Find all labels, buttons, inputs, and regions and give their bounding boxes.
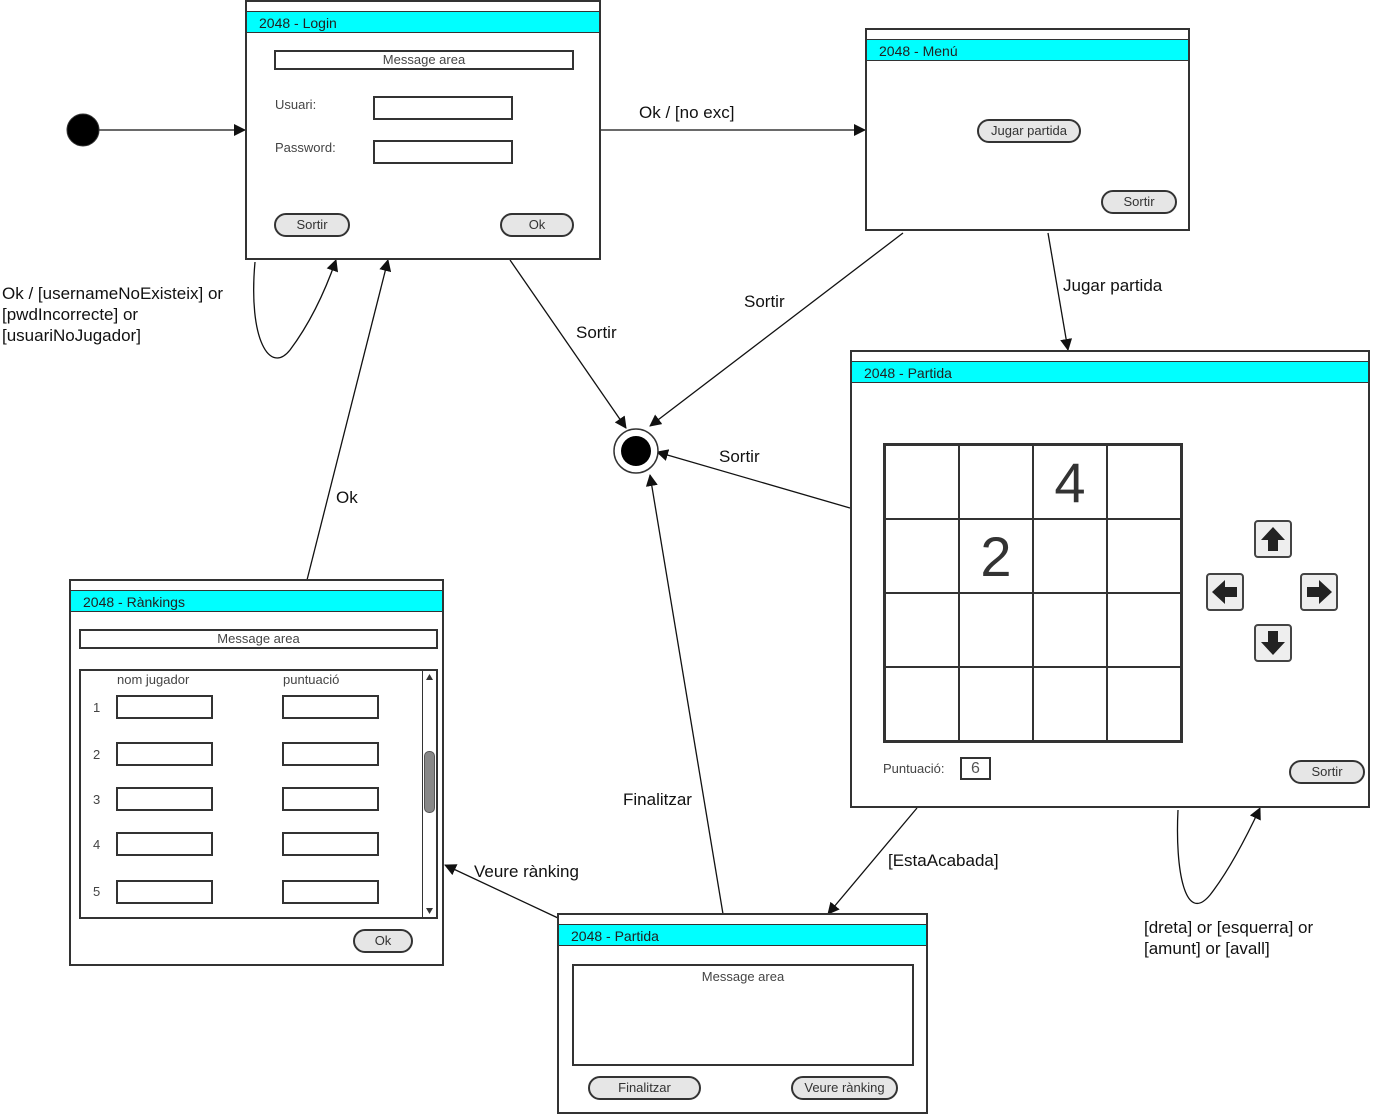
rank-number: 4 bbox=[93, 837, 101, 852]
label-menu-to-final: Sortir bbox=[744, 292, 785, 311]
label-login-self: Ok / [usernameNoExisteix] or [pwdIncorre… bbox=[2, 283, 223, 346]
rank-number: 1 bbox=[93, 700, 101, 715]
rank-player-field bbox=[116, 787, 213, 811]
rank-number: 3 bbox=[93, 792, 101, 807]
col-header-score: puntuació bbox=[283, 672, 340, 687]
initial-state bbox=[66, 113, 100, 147]
arrow-left-icon bbox=[1212, 580, 1237, 604]
board-cell bbox=[885, 667, 959, 741]
rankings-scrollbar[interactable] bbox=[422, 671, 436, 917]
rankings-ok-button[interactable]: Ok bbox=[353, 929, 413, 953]
board-cell bbox=[1107, 593, 1181, 667]
fi-partida-title: 2048 - Partida bbox=[559, 924, 926, 946]
finalitzar-button[interactable]: Finalitzar bbox=[588, 1076, 701, 1100]
partida-sortir-button[interactable]: Sortir bbox=[1289, 760, 1365, 784]
rank-player-field bbox=[116, 832, 213, 856]
login-title: 2048 - Login bbox=[247, 11, 599, 33]
board-cell bbox=[885, 593, 959, 667]
rank-number: 2 bbox=[93, 747, 101, 762]
rankings-title: 2048 - Rànkings bbox=[71, 590, 442, 612]
rankings-list: nom jugador puntuació 1 2 3 4 5 bbox=[79, 669, 438, 919]
arrow-up-button[interactable] bbox=[1254, 520, 1292, 558]
edge-login-to-final bbox=[509, 259, 627, 429]
board-cell bbox=[959, 445, 1033, 519]
board-cell bbox=[885, 445, 959, 519]
board-cell bbox=[959, 593, 1033, 667]
final-state bbox=[613, 428, 659, 474]
rank-player-field bbox=[116, 742, 213, 766]
rank-number: 5 bbox=[93, 884, 101, 899]
login-sortir-button[interactable]: Sortir bbox=[274, 213, 350, 237]
label-partida-self: [dreta] or [esquerra] or [amunt] or [ava… bbox=[1144, 917, 1313, 959]
password-field[interactable] bbox=[373, 140, 513, 164]
label-fi-to-final: Finalitzar bbox=[623, 790, 692, 809]
label-partida-to-fi: [EstaAcabada] bbox=[888, 851, 999, 870]
menu-title: 2048 - Menú bbox=[867, 39, 1188, 61]
edge-login-self bbox=[253, 259, 339, 359]
board-cell bbox=[1107, 445, 1181, 519]
arrow-down-button[interactable] bbox=[1254, 624, 1292, 662]
label-menu-to-partida: Jugar partida bbox=[1063, 276, 1163, 295]
usuari-field[interactable] bbox=[373, 96, 513, 120]
rankings-window: 2048 - Rànkings Message area nom jugador… bbox=[69, 579, 444, 966]
label-login-self-line3: [usuariNoJugador] bbox=[2, 326, 141, 345]
scroll-up-icon[interactable] bbox=[423, 671, 436, 683]
label-login-self-line2: [pwdIncorrecte] or bbox=[2, 305, 139, 324]
arrow-right-icon bbox=[1307, 580, 1332, 604]
partida-title: 2048 - Partida bbox=[852, 361, 1368, 383]
board-cell bbox=[885, 519, 959, 593]
rank-score-field bbox=[282, 787, 379, 811]
board-cell bbox=[1033, 667, 1107, 741]
fi-partida-message-area: Message area bbox=[572, 964, 914, 1066]
game-board: 4 2 bbox=[883, 443, 1183, 743]
rank-player-field bbox=[116, 880, 213, 904]
login-window: 2048 - Login Message area Usuari: Passwo… bbox=[245, 0, 601, 260]
rankings-message-area: Message area bbox=[79, 629, 438, 649]
arrow-left-button[interactable] bbox=[1206, 573, 1244, 611]
password-label: Password: bbox=[275, 140, 336, 155]
edge-partida-self bbox=[1176, 807, 1261, 904]
menu-window: 2048 - Menú Jugar partida Sortir bbox=[865, 28, 1190, 231]
menu-sortir-button[interactable]: Sortir bbox=[1101, 190, 1177, 214]
score-value: 6 bbox=[960, 757, 991, 780]
board-cell bbox=[1033, 519, 1107, 593]
rank-score-field bbox=[282, 742, 379, 766]
label-partida-self-line1: [dreta] or [esquerra] or bbox=[1144, 918, 1314, 937]
scroll-down-icon[interactable] bbox=[423, 905, 436, 917]
label-partida-self-line2: [amunt] or [avall] bbox=[1144, 939, 1270, 958]
label-fi-to-rankings: Veure rànking bbox=[474, 862, 579, 881]
edge-rankings-to-login bbox=[306, 259, 392, 581]
board-cell bbox=[1033, 593, 1107, 667]
login-message-area: Message area bbox=[274, 50, 574, 70]
board-cell bbox=[959, 667, 1033, 741]
label-login-self-line1: Ok / [usernameNoExisteix] or bbox=[2, 284, 224, 303]
fi-partida-window: 2048 - Partida Message area Finalitzar V… bbox=[557, 913, 928, 1114]
rank-player-field bbox=[116, 695, 213, 719]
login-ok-button[interactable]: Ok bbox=[500, 213, 574, 237]
board-cell bbox=[1107, 519, 1181, 593]
label-rankings-to-login: Ok bbox=[336, 488, 358, 507]
scroll-thumb[interactable] bbox=[424, 751, 435, 813]
arrow-up-icon bbox=[1261, 527, 1285, 551]
partida-window: 2048 - Partida 4 2 Puntuació: 6 Sortir bbox=[850, 350, 1370, 808]
label-login-to-menu: Ok / [no exc] bbox=[639, 103, 735, 122]
usuari-label: Usuari: bbox=[275, 97, 317, 112]
label-login-to-final: Sortir bbox=[576, 323, 617, 342]
edge-fi-to-final bbox=[645, 474, 724, 915]
veure-ranking-button[interactable]: Veure rànking bbox=[791, 1076, 898, 1100]
board-cell bbox=[1107, 667, 1181, 741]
arrow-right-button[interactable] bbox=[1300, 573, 1338, 611]
board-cell: 2 bbox=[959, 519, 1033, 593]
arrow-down-icon bbox=[1261, 631, 1285, 655]
rank-score-field bbox=[282, 880, 379, 904]
label-partida-to-final: Sortir bbox=[719, 447, 760, 466]
score-label: Puntuació: bbox=[883, 761, 945, 776]
rank-score-field bbox=[282, 695, 379, 719]
rank-score-field bbox=[282, 832, 379, 856]
board-cell: 4 bbox=[1033, 445, 1107, 519]
jugar-partida-button[interactable]: Jugar partida bbox=[977, 119, 1081, 143]
col-header-player: nom jugador bbox=[117, 672, 190, 687]
